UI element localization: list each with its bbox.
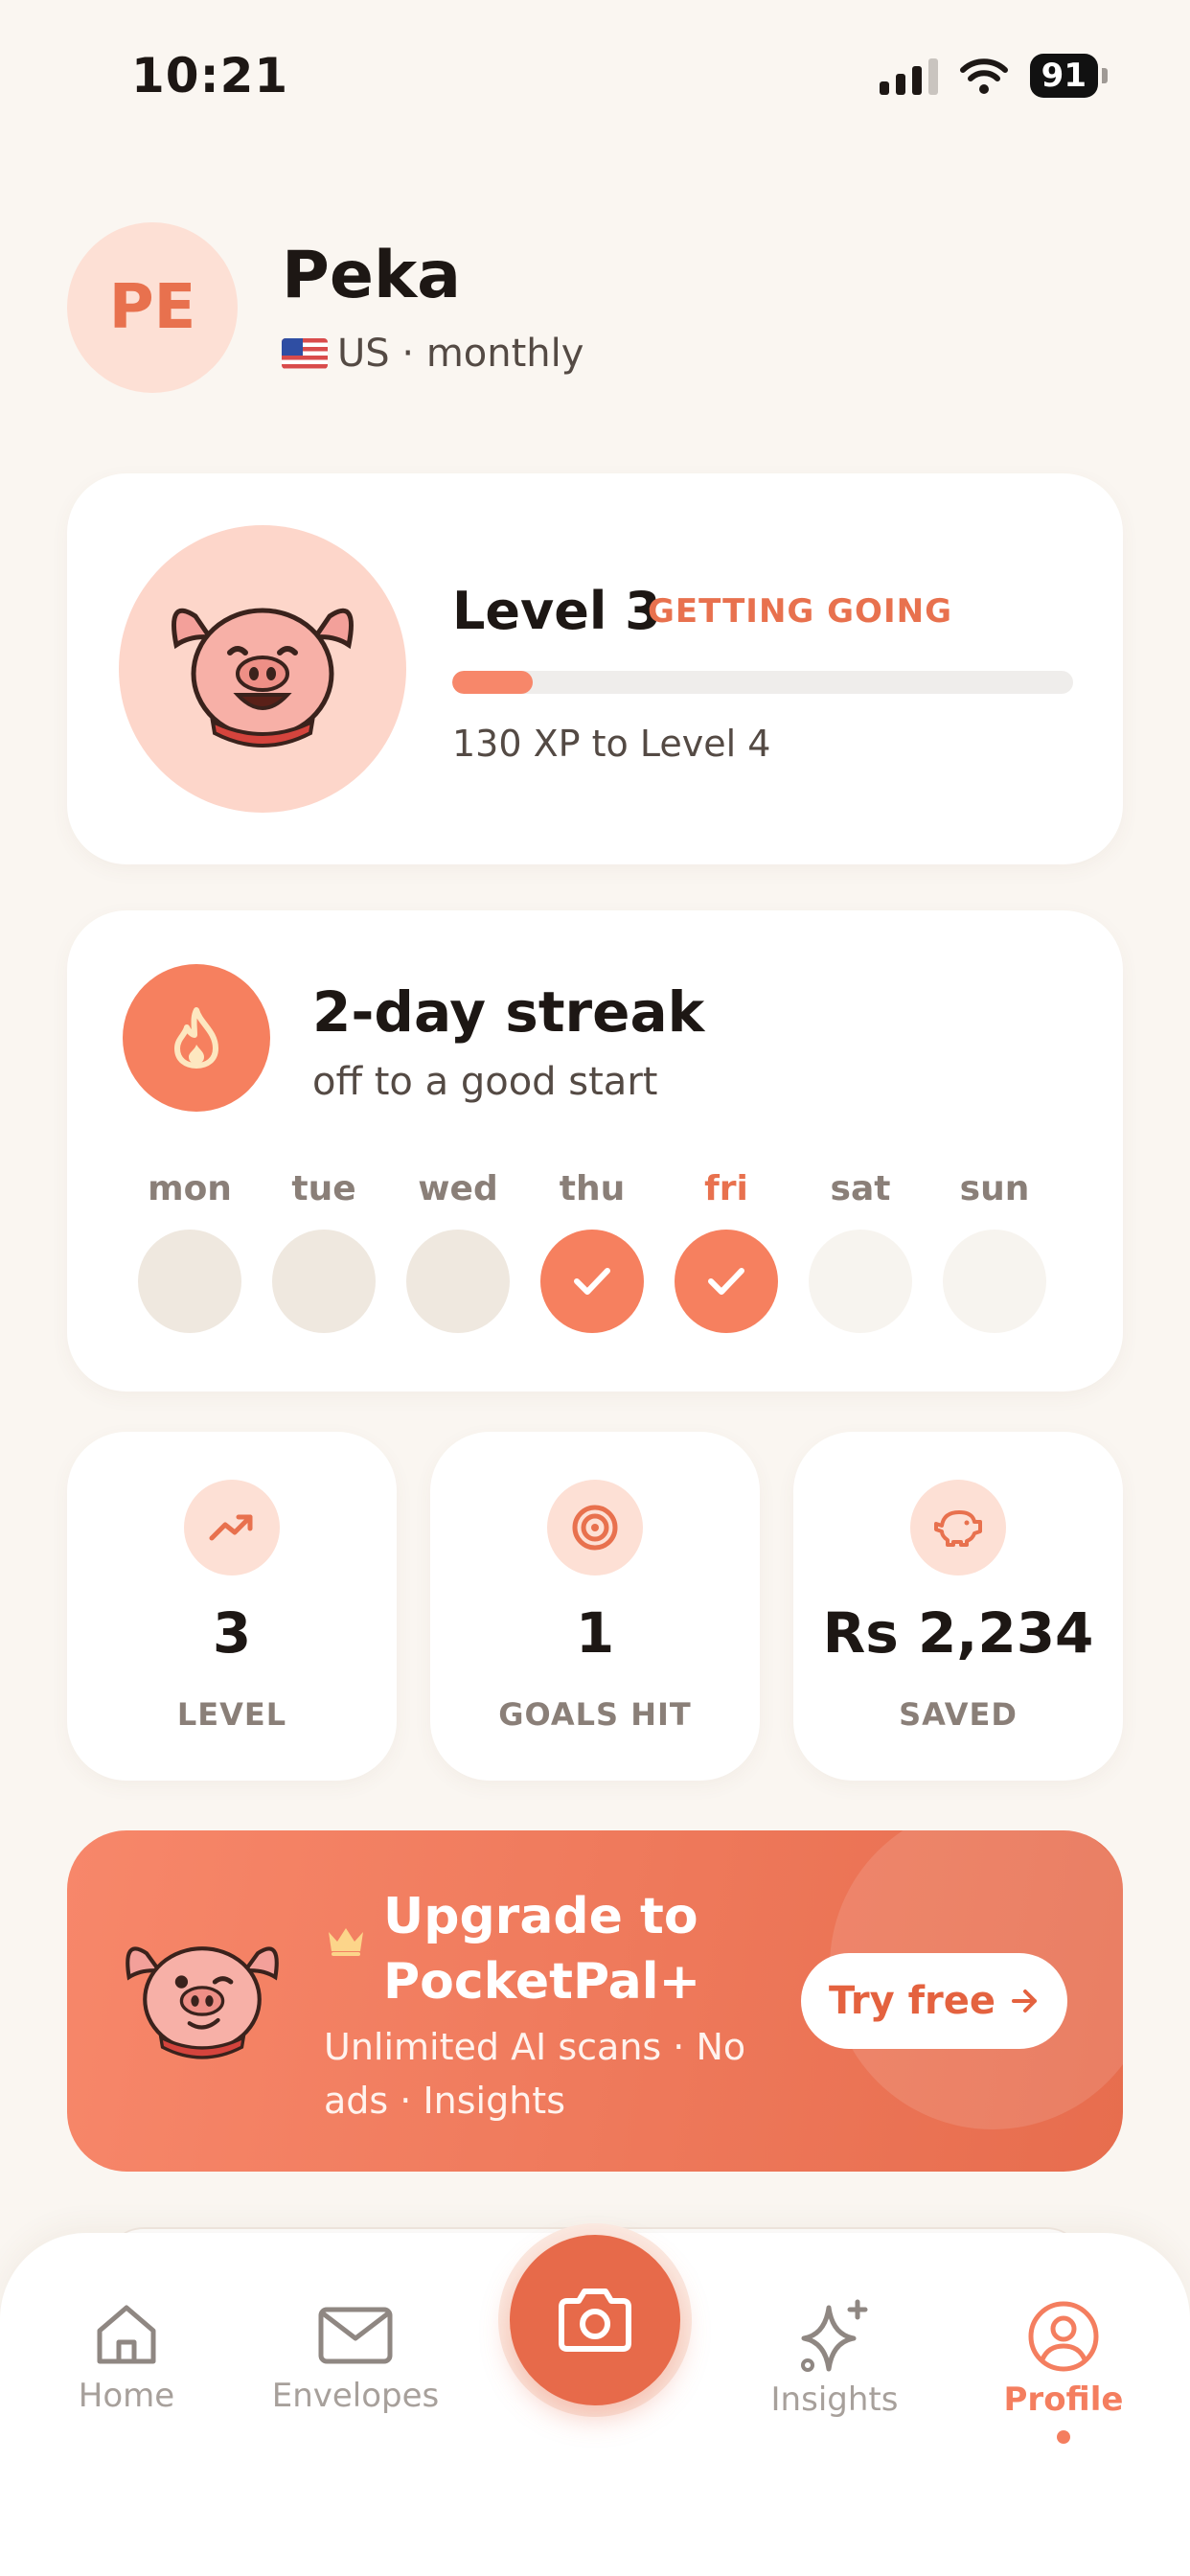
battery-level: 91 [1029, 54, 1098, 98]
day-label: sat [830, 1169, 891, 1208]
stat-card-saved[interactable]: Rs 2,234 SAVED [793, 1432, 1123, 1781]
streak-title: 2-day streak [312, 979, 705, 1045]
camera-button[interactable] [510, 2235, 680, 2405]
tab-label: Profile [1003, 2380, 1124, 2419]
day-indicator [809, 1230, 912, 1333]
avatar[interactable]: PE [67, 222, 238, 393]
profile-screen: 10:21 91 PE Peka US · monthly Level 3 GE… [0, 0, 1190, 2576]
tab-home[interactable]: Home [21, 2298, 232, 2415]
upgrade-title: Upgrade to PocketPal+ [383, 1888, 701, 2011]
tab-camera[interactable] [498, 2223, 692, 2417]
tab-bar: Home Envelopes Insights Profile [0, 2223, 1190, 2576]
xp-progress-fill [452, 671, 534, 694]
user-name: Peka [282, 238, 462, 313]
upgrade-subtitle: Unlimited AI scans · No ads · Insights [324, 2026, 746, 2122]
day-indicator [943, 1230, 1046, 1333]
active-tab-indicator [1057, 2430, 1070, 2444]
day-label: sun [959, 1169, 1030, 1208]
tab-profile[interactable]: Profile [958, 2298, 1169, 2444]
envelope-icon [318, 2307, 393, 2364]
trending-up-icon [184, 1480, 280, 1576]
stat-value: Rs 2,234 [822, 1600, 1094, 1666]
flame-icon [174, 1007, 218, 1069]
day-fri: fri [675, 1169, 778, 1333]
xp-progress-bar [452, 671, 1073, 694]
piggy-bank-icon [910, 1480, 1006, 1576]
day-label: mon [148, 1169, 232, 1208]
user-region: US · monthly [282, 332, 584, 376]
stat-label: SAVED [899, 1696, 1018, 1733]
stat-card-goals[interactable]: 1 GOALS HIT [430, 1432, 760, 1781]
day-mon: mon [138, 1169, 241, 1333]
day-indicator [540, 1230, 644, 1333]
us-flag-icon [282, 338, 328, 369]
day-sun: sun [943, 1169, 1046, 1333]
day-label: thu [559, 1169, 626, 1208]
level-card[interactable]: Level 3 GETTING GOING 130 XP to Level 4 [67, 473, 1123, 864]
sparkles-icon [801, 2299, 868, 2372]
day-indicator [406, 1230, 510, 1333]
day-label: tue [291, 1169, 356, 1208]
stat-label: LEVEL [176, 1696, 287, 1733]
status-icons: 91 [879, 54, 1108, 98]
stat-value: 1 [575, 1600, 615, 1666]
streak-flame [123, 964, 270, 1112]
pig-mascot [119, 525, 406, 813]
crown-icon [326, 1924, 366, 1961]
day-tue: tue [272, 1169, 376, 1333]
day-label: wed [418, 1169, 498, 1208]
level-title: Level 3 [452, 581, 661, 641]
home-icon [97, 2305, 156, 2364]
day-indicator [272, 1230, 376, 1333]
day-indicator [675, 1230, 778, 1333]
wifi-icon [959, 58, 1008, 94]
tab-label: Insights [770, 2380, 899, 2419]
user-circle-icon [1028, 2301, 1099, 2372]
level-tag: GETTING GOING [648, 592, 952, 631]
battery-icon: 91 [1029, 54, 1108, 98]
target-icon [547, 1480, 643, 1576]
day-label: fri [704, 1169, 748, 1208]
day-indicator [138, 1230, 241, 1333]
winking-pig-icon [123, 1924, 282, 2072]
tab-label: Home [78, 2377, 175, 2415]
tab-label: Envelopes [271, 2377, 440, 2415]
stat-value: 3 [212, 1600, 252, 1666]
upgrade-banner[interactable]: Upgrade to PocketPal+ Unlimited AI scans… [67, 1830, 1123, 2172]
xp-remaining: 130 XP to Level 4 [452, 723, 771, 765]
signal-icon [879, 57, 938, 95]
check-icon [708, 1268, 744, 1295]
check-icon [574, 1268, 610, 1295]
streak-card[interactable]: 2-day streak off to a good start mon tue… [67, 910, 1123, 1392]
status-time: 10:21 [131, 48, 289, 104]
stat-label: GOALS HIT [498, 1696, 692, 1733]
streak-subtitle: off to a good start [312, 1060, 658, 1104]
arrow-right-icon [1012, 1990, 1037, 2012]
try-free-button[interactable]: Try free [801, 1953, 1067, 2049]
try-free-label: Try free [828, 1979, 995, 2023]
day-thu: thu [540, 1169, 644, 1333]
day-wed: wed [406, 1169, 510, 1333]
streak-week: mon tue wed thu fri sat sun [138, 1169, 1046, 1333]
day-sat: sat [809, 1169, 912, 1333]
region-text: US · monthly [337, 332, 584, 376]
tab-insights[interactable]: Insights [729, 2298, 940, 2419]
pig-mascot-icon [172, 608, 354, 748]
stat-card-level[interactable]: 3 LEVEL [67, 1432, 397, 1781]
camera-icon [559, 2288, 631, 2352]
tab-envelopes[interactable]: Envelopes [250, 2298, 461, 2415]
